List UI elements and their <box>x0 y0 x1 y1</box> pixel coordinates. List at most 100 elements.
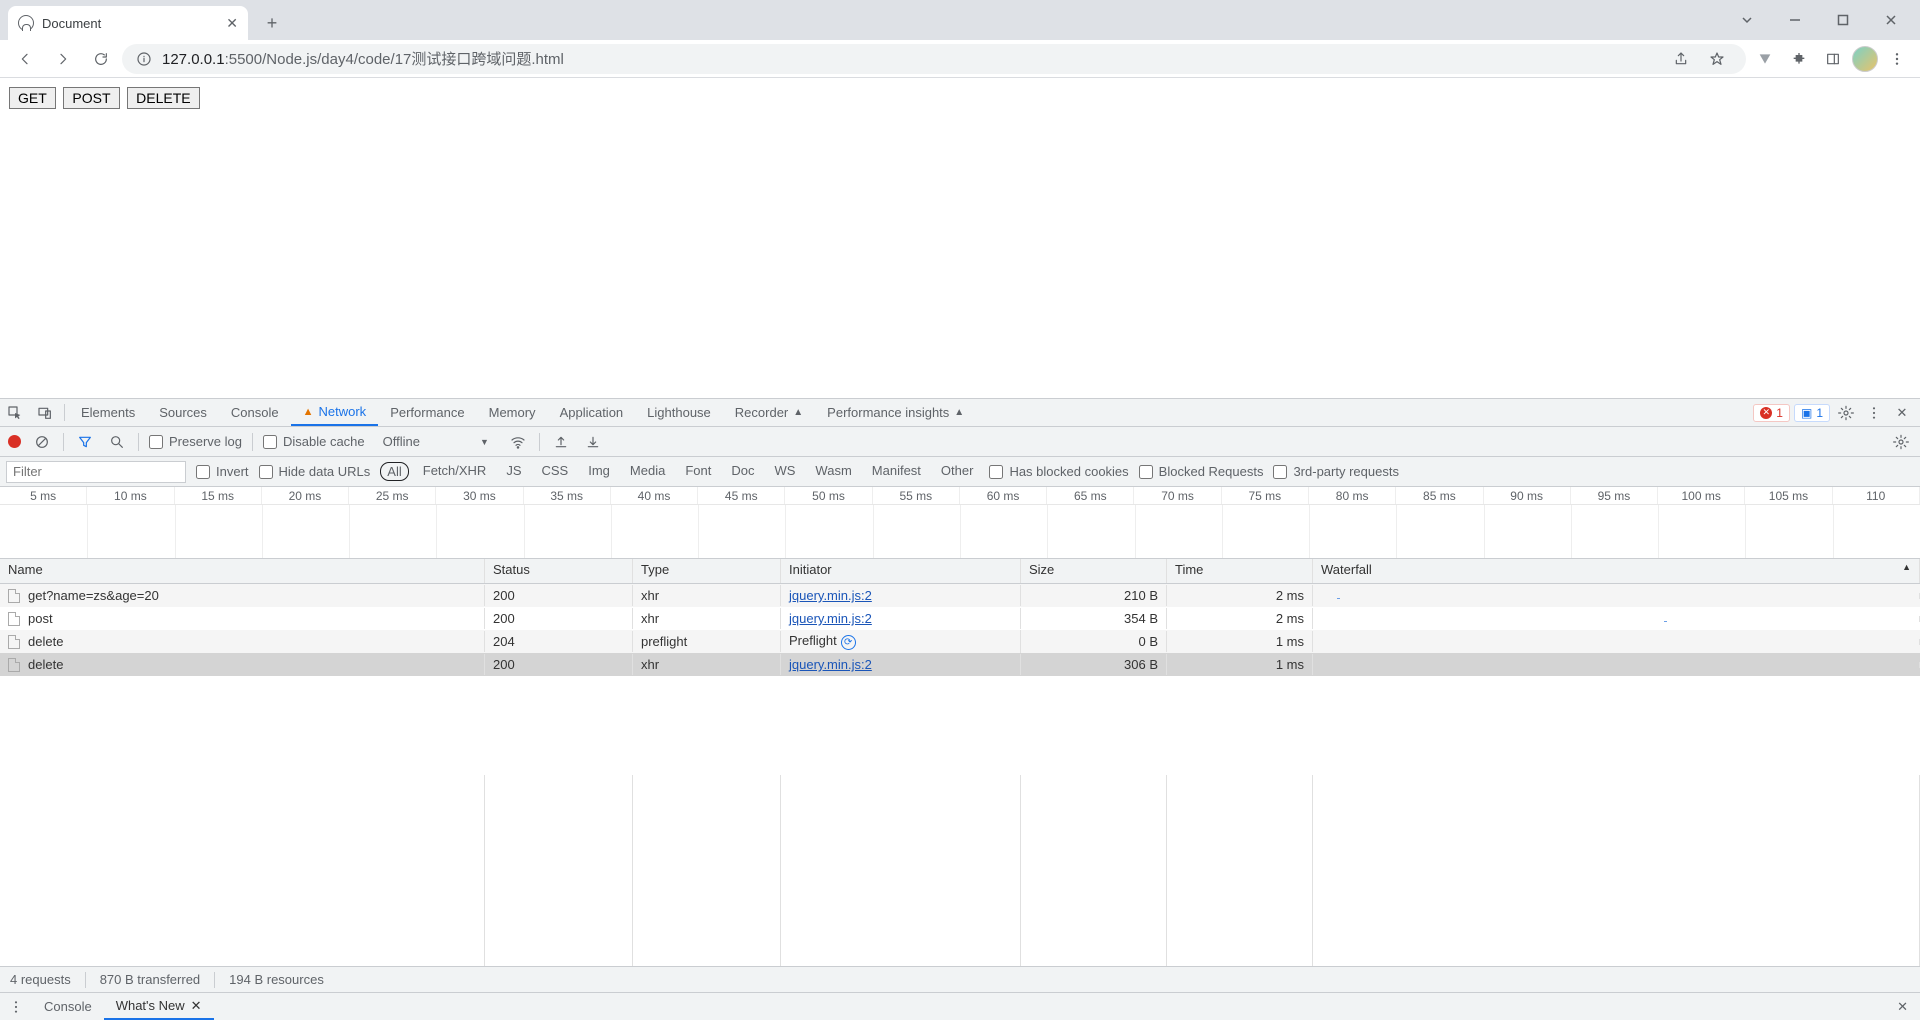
throttle-select[interactable]: Offline▼ <box>375 434 497 449</box>
table-row[interactable]: delete204preflightPreflight⟳0 B1 ms <box>0 630 1920 653</box>
third-party-checkbox[interactable]: 3rd-party requests <box>1273 464 1399 479</box>
col-status[interactable]: Status <box>485 559 633 583</box>
download-icon[interactable] <box>582 431 604 453</box>
table-row[interactable]: get?name=zs&age=20200xhrjquery.min.js:22… <box>0 584 1920 607</box>
preserve-log-checkbox[interactable]: Preserve log <box>149 434 242 449</box>
network-table: Name Status Type Initiator Size Time Wat… <box>0 559 1920 966</box>
devtools-tab-recorder[interactable]: Recorder ▲ <box>723 399 815 426</box>
back-button[interactable] <box>8 44 42 74</box>
document-icon <box>8 589 20 603</box>
col-type[interactable]: Type <box>633 559 781 583</box>
filter-type-font[interactable]: Font <box>679 462 717 481</box>
globe-icon <box>18 15 34 31</box>
devtools-tab-performance[interactable]: Performance <box>378 399 476 426</box>
close-devtools-icon[interactable]: ✕ <box>1890 401 1914 425</box>
maximize-button[interactable] <box>1820 4 1866 36</box>
transferred-size: 870 B transferred <box>100 972 200 987</box>
filter-type-img[interactable]: Img <box>582 462 616 481</box>
network-filter-bar: Invert Hide data URLs All Fetch/XHR JS CSS I… <box>0 457 1920 487</box>
network-settings-icon[interactable] <box>1890 431 1912 453</box>
devtools-tab-memory[interactable]: Memory <box>477 399 548 426</box>
filter-type-doc[interactable]: Doc <box>725 462 760 481</box>
browser-tab[interactable]: Document ✕ <box>8 6 248 40</box>
devtools-panel: ElementsSourcesConsole▲NetworkPerformanc… <box>0 398 1920 1020</box>
devtools-tab-performance-insights[interactable]: Performance insights ▲ <box>815 399 976 426</box>
devtools-tab-console[interactable]: Console <box>219 399 291 426</box>
blocked-cookies-checkbox[interactable]: Has blocked cookies <box>989 464 1128 479</box>
minimize-button[interactable] <box>1772 4 1818 36</box>
col-initiator[interactable]: Initiator <box>781 559 1021 583</box>
filter-type-wasm[interactable]: Wasm <box>809 462 857 481</box>
network-timeline[interactable]: 5 ms10 ms15 ms20 ms25 ms30 ms35 ms40 ms4… <box>0 487 1920 559</box>
invert-checkbox[interactable]: Invert <box>196 464 249 479</box>
filter-type-css[interactable]: CSS <box>536 462 575 481</box>
drawer-tab-whatsnew[interactable]: What's New✕ <box>104 993 214 1020</box>
devtools-tab-sources[interactable]: Sources <box>147 399 219 426</box>
document-icon <box>8 658 20 672</box>
table-header[interactable]: Name Status Type Initiator Size Time Wat… <box>0 559 1920 584</box>
col-time[interactable]: Time <box>1167 559 1313 583</box>
col-name[interactable]: Name <box>0 559 485 583</box>
sidepanel-icon[interactable] <box>1818 44 1848 74</box>
extensions-icon[interactable] <box>1784 44 1814 74</box>
info-badge[interactable]: ▣1 <box>1794 404 1830 422</box>
address-bar: 127.0.0.1:5500/Node.js/day4/code/17测试接口跨… <box>0 40 1920 78</box>
url-text: 127.0.0.1:5500/Node.js/day4/code/17测试接口跨… <box>162 48 564 69</box>
col-waterfall[interactable]: Waterfall▲ <box>1313 559 1920 583</box>
get-button[interactable]: GET <box>9 87 56 109</box>
devtools-tab-elements[interactable]: Elements <box>69 399 147 426</box>
search-icon[interactable] <box>106 431 128 453</box>
table-row[interactable]: post200xhrjquery.min.js:2354 B2 ms <box>0 607 1920 630</box>
record-button[interactable] <box>8 435 21 448</box>
forward-button[interactable] <box>46 44 80 74</box>
page-content: GET POST DELETE <box>0 78 1920 398</box>
tab-title: Document <box>42 16 101 31</box>
profile-avatar[interactable] <box>1852 46 1878 72</box>
more-icon[interactable] <box>1862 401 1886 425</box>
filter-input[interactable] <box>6 461 186 483</box>
device-icon[interactable] <box>30 399 60 426</box>
tab-search-button[interactable] <box>1724 4 1770 36</box>
share-icon[interactable] <box>1666 44 1696 74</box>
post-button[interactable]: POST <box>63 87 119 109</box>
clear-icon[interactable] <box>31 431 53 453</box>
devtools-tab-lighthouse[interactable]: Lighthouse <box>635 399 723 426</box>
new-tab-button[interactable]: + <box>258 9 286 37</box>
settings-icon[interactable] <box>1834 401 1858 425</box>
filter-type-manifest[interactable]: Manifest <box>866 462 927 481</box>
col-size[interactable]: Size <box>1021 559 1167 583</box>
drawer-tab-console[interactable]: Console <box>32 993 104 1020</box>
close-window-button[interactable] <box>1868 4 1914 36</box>
extension-v-icon[interactable] <box>1750 44 1780 74</box>
filter-type-all[interactable]: All <box>380 462 408 481</box>
filter-type-js[interactable]: JS <box>500 462 527 481</box>
browser-chrome: Document ✕ + 127.0.0.1:5500/Node.js/day4… <box>0 0 1920 78</box>
error-badge[interactable]: ✕1 <box>1753 404 1790 422</box>
delete-button[interactable]: DELETE <box>127 87 199 109</box>
disable-cache-checkbox[interactable]: Disable cache <box>263 434 365 449</box>
drawer-more-icon[interactable] <box>0 993 32 1020</box>
hide-data-urls-checkbox[interactable]: Hide data URLs <box>259 464 371 479</box>
filter-type-ws[interactable]: WS <box>768 462 801 481</box>
wifi-icon[interactable] <box>507 431 529 453</box>
close-tab-icon[interactable]: ✕ <box>226 15 238 32</box>
inspect-icon[interactable] <box>0 399 30 426</box>
filter-type-other[interactable]: Other <box>935 462 980 481</box>
menu-icon[interactable] <box>1882 44 1912 74</box>
upload-icon[interactable] <box>550 431 572 453</box>
devtools-tab-application[interactable]: Application <box>548 399 636 426</box>
devtools-tab-network[interactable]: ▲Network <box>291 399 379 426</box>
document-icon <box>8 635 20 649</box>
bookmark-icon[interactable] <box>1702 44 1732 74</box>
filter-type-fetch-xhr[interactable]: Fetch/XHR <box>417 462 493 481</box>
filter-type-media[interactable]: Media <box>624 462 671 481</box>
address-input[interactable]: 127.0.0.1:5500/Node.js/day4/code/17测试接口跨… <box>122 44 1746 74</box>
reload-button[interactable] <box>84 44 118 74</box>
close-icon[interactable]: ✕ <box>191 998 202 1014</box>
table-row[interactable]: delete200xhrjquery.min.js:2306 B1 ms <box>0 653 1920 676</box>
filter-icon[interactable] <box>74 431 96 453</box>
table-empty-area <box>0 775 1920 966</box>
drawer-close-icon[interactable]: ✕ <box>1885 999 1920 1015</box>
resources-size: 194 B resources <box>229 972 324 987</box>
blocked-requests-checkbox[interactable]: Blocked Requests <box>1139 464 1264 479</box>
